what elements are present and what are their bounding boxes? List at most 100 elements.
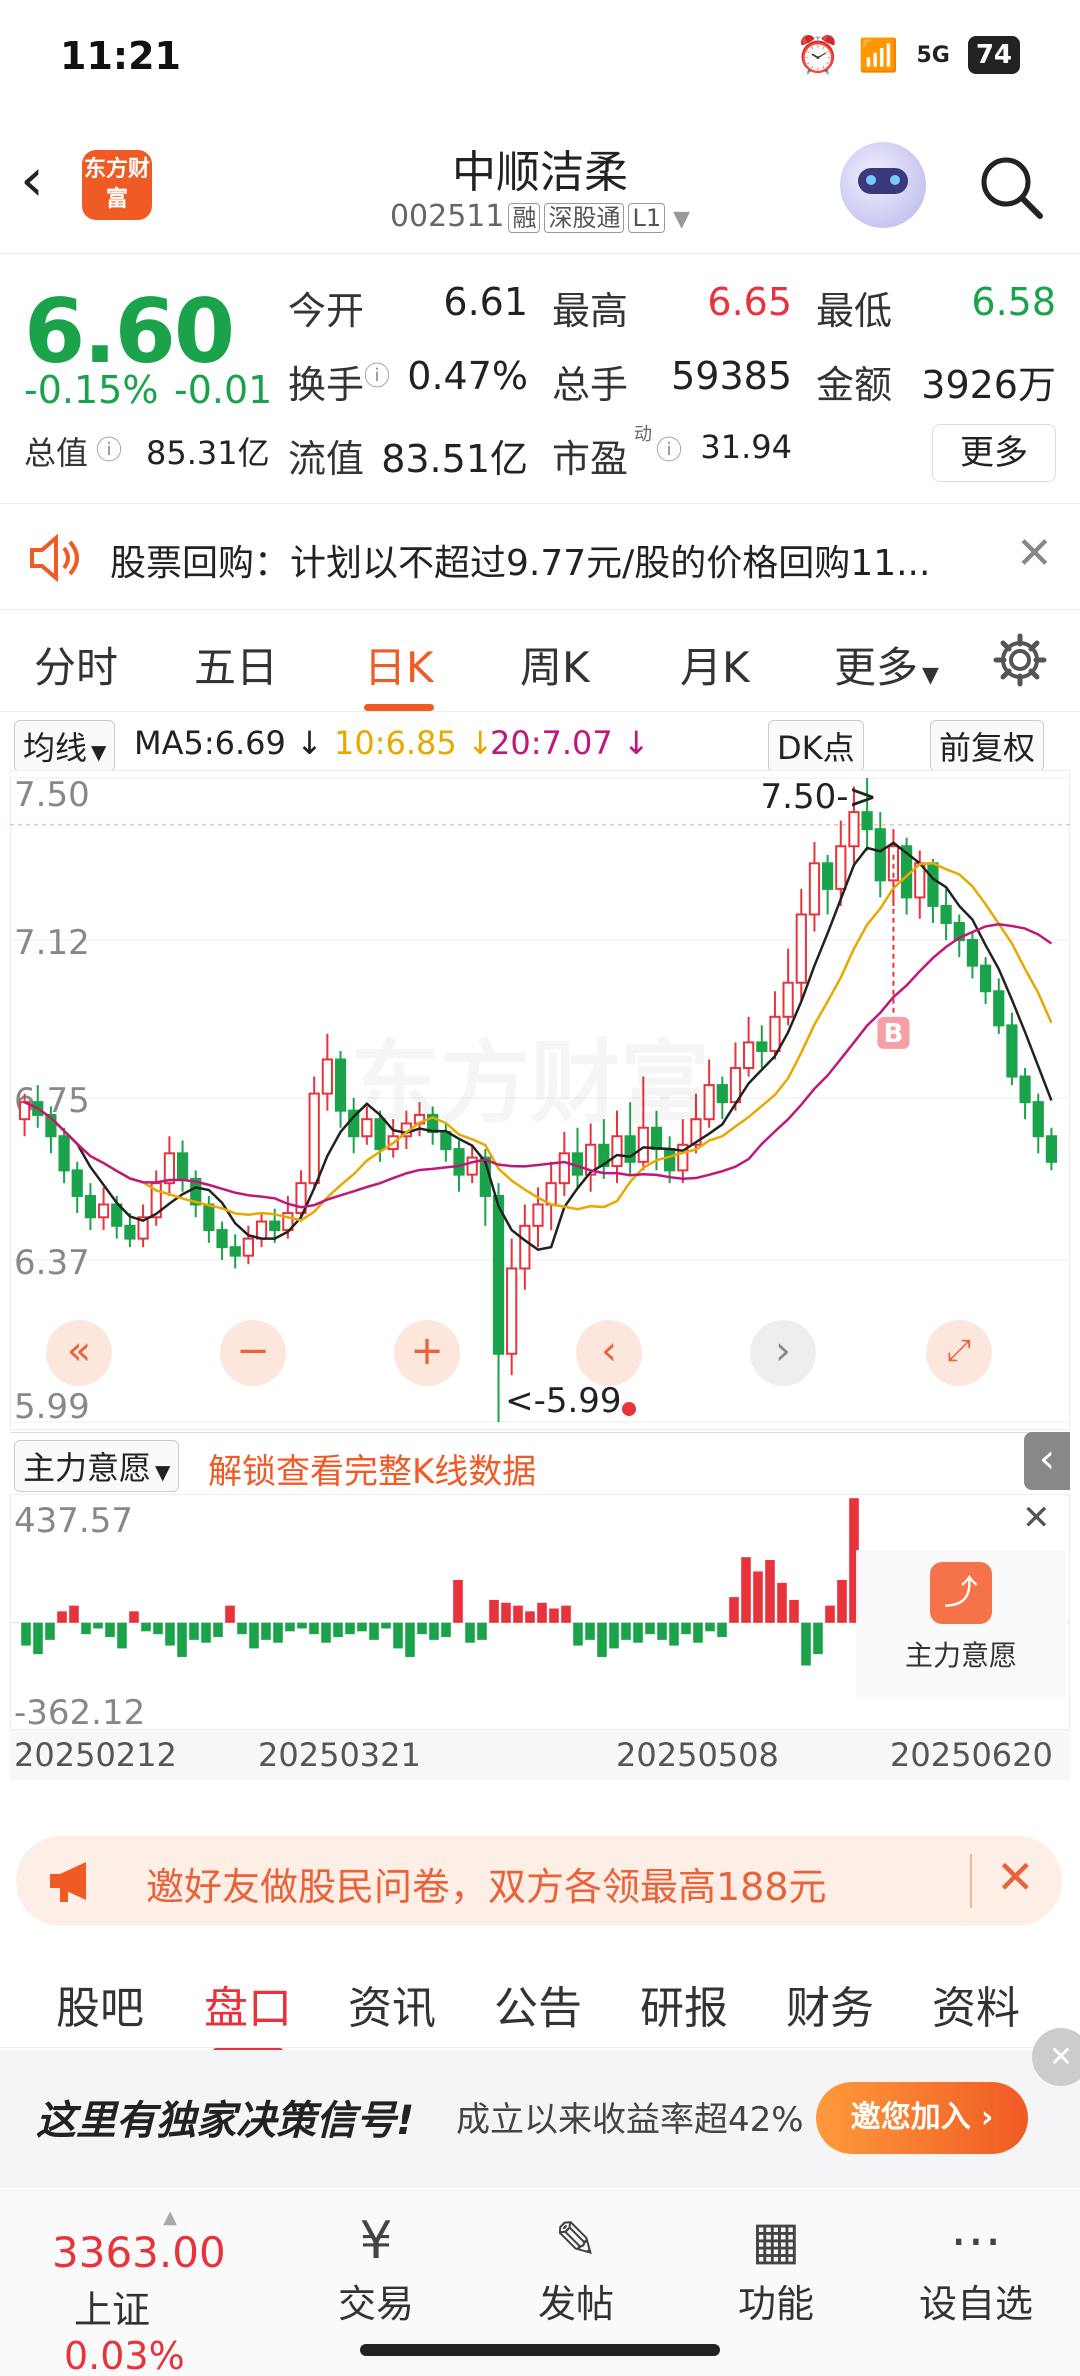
tab-forum[interactable]: 股吧 (56, 1972, 144, 2036)
tab-intraday[interactable]: 分时 (34, 634, 118, 695)
tab-monthly-k[interactable]: 月K (680, 634, 750, 695)
tab-profile[interactable]: 资料 (932, 1972, 1020, 2036)
bar (489, 1599, 499, 1623)
step-right-icon[interactable]: › (750, 1320, 816, 1386)
candle-body (163, 1152, 175, 1185)
tab-finance[interactable]: 财务 (786, 1972, 874, 2036)
post-button[interactable]: ✎ 发帖 (496, 2209, 656, 2328)
main-force-badge[interactable]: ⤴ 主力意愿 (856, 1550, 1066, 1700)
candle-body (519, 1224, 531, 1270)
assistant-robot-icon[interactable] (840, 142, 926, 228)
candle-body (664, 1148, 676, 1172)
survey-banner[interactable]: 邀好友做股民问卷，双方各领最高188元 ✕ (16, 1836, 1062, 1926)
bar (789, 1599, 799, 1623)
more-quote-button[interactable]: 更多 (932, 424, 1056, 482)
ma-selector[interactable]: 均线 ▼ (14, 720, 116, 772)
bar (837, 1579, 847, 1623)
bar (369, 1622, 379, 1640)
bar (693, 1622, 703, 1643)
trade-button[interactable]: ¥ 交易 (296, 2209, 456, 2328)
bar (105, 1622, 115, 1638)
unlock-kline-link[interactable]: 解锁查看完整K线数据 (208, 1444, 536, 1493)
high-annotation: 7.50-> (761, 777, 877, 817)
collapse-panel-icon[interactable]: ‹ (1024, 1432, 1070, 1490)
mktcap-value: 85.31亿 (146, 434, 270, 472)
zoom-in-icon[interactable]: + (394, 1320, 460, 1386)
bar (537, 1602, 547, 1623)
status-time: 11:21 (60, 34, 181, 78)
candle-body (848, 811, 860, 848)
bar (321, 1622, 331, 1643)
info-icon[interactable]: ⓘ (656, 430, 682, 467)
tab-more[interactable]: 更多 ▼ (834, 634, 939, 695)
status-bar: 11:21 ⏰ 📶 5G 74 (0, 0, 1080, 120)
zoom-out-icon[interactable]: − (220, 1320, 286, 1386)
candle-body (782, 981, 794, 1018)
index-ticker[interactable]: ▲ 3363.00 上证 0.03% (40, 2207, 300, 2376)
functions-button[interactable]: ▦ 功能 (696, 2209, 856, 2328)
tab-order-book[interactable]: 盘口 (204, 1972, 292, 2054)
candle-body (822, 862, 834, 890)
candle-body (558, 1152, 570, 1185)
tab-news[interactable]: 资讯 (348, 1972, 436, 2036)
close-icon[interactable]: ✕ (1022, 1498, 1051, 1538)
tab-research[interactable]: 研报 (640, 1972, 728, 2036)
bar (261, 1622, 271, 1640)
bar (681, 1622, 691, 1635)
bar (657, 1622, 667, 1640)
step-left-icon[interactable]: ‹ (576, 1320, 642, 1386)
dk-point-button[interactable]: DK点 (768, 720, 864, 772)
bar (225, 1605, 235, 1623)
search-icon[interactable] (978, 154, 1044, 220)
ad-banner[interactable]: 这里有独家决策信号! 成立以来收益率超42% 邀您加入 › ✕ (0, 2028, 1080, 2188)
index-name: 上证 (74, 2288, 151, 2332)
fullscreen-icon[interactable]: ⤢ (926, 1320, 992, 1386)
tab-five-day[interactable]: 五日 (194, 634, 278, 695)
candle-body (545, 1182, 557, 1206)
scroll-left-fast-icon[interactable]: « (46, 1320, 112, 1386)
bar (585, 1622, 595, 1640)
stock-code: 002511 (389, 199, 505, 234)
bar (357, 1622, 367, 1632)
close-icon[interactable]: ✕ (1032, 2028, 1080, 2086)
bar (453, 1579, 463, 1623)
bar (441, 1622, 451, 1638)
gear-icon[interactable] (992, 632, 1048, 688)
candle-body (71, 1169, 83, 1197)
close-icon[interactable]: ✕ (1016, 528, 1053, 579)
main-force-badge-label: 主力意愿 (904, 1639, 1017, 1672)
price-adjust-button[interactable]: 前复权 (930, 720, 1045, 772)
bar (201, 1622, 211, 1643)
candle-body (940, 904, 952, 925)
ma5-value: MA5:6.69 ↓ (134, 724, 323, 762)
info-icon[interactable]: ⓘ (96, 430, 122, 467)
candle-body (1006, 1024, 1018, 1078)
tab-announcements[interactable]: 公告 (494, 1972, 582, 2036)
bar (705, 1622, 715, 1632)
level-tag: L1 (628, 203, 666, 233)
bar (729, 1597, 739, 1623)
candle-body (756, 1041, 768, 1052)
info-icon[interactable]: ⓘ (364, 356, 390, 393)
candle-body (532, 1203, 544, 1227)
buyback-notice[interactable]: 股票回购：计划以不超过9.77元/股的价格回购11... ✕ (0, 506, 1080, 610)
tab-daily-k[interactable]: 日K (364, 634, 434, 711)
close-icon[interactable]: ✕ (996, 1850, 1035, 1904)
add-watchlist-button[interactable]: ⋯ 设自选 (896, 2209, 1056, 2328)
ad-join-button[interactable]: 邀您加入 › (816, 2082, 1028, 2154)
candle-body (835, 845, 847, 890)
turnover-label: 换手 (288, 363, 365, 407)
kline-chart-area[interactable]: 7.507.126.756.375.997.50-><-5.99B 东方财富 «… (10, 770, 1070, 1780)
bar (645, 1622, 655, 1635)
indicator-selector[interactable]: 主力意愿 ▼ (14, 1440, 180, 1492)
candle-body (321, 1058, 333, 1095)
bar (549, 1608, 559, 1623)
bar (117, 1622, 127, 1649)
tab-weekly-k[interactable]: 周K (520, 634, 590, 695)
candle-body (492, 1194, 505, 1355)
add-watchlist-label: 设自选 (918, 2282, 1033, 2326)
low-value: 6.58 (971, 280, 1056, 324)
candle-body (979, 964, 992, 993)
index-value: 3363.00 (52, 2228, 226, 2277)
yen-cycle-icon: ¥ (359, 2211, 393, 2271)
